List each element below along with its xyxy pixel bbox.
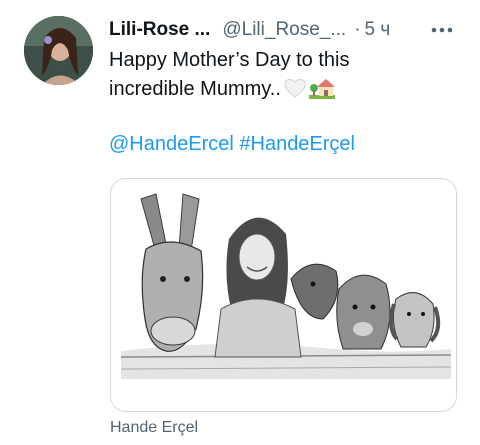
drawing-image: [111, 179, 456, 411]
tweet-header: Lili-Rose ... @Lili_Rose_... · 5 ч: [109, 16, 460, 44]
author-avatar[interactable]: [24, 16, 93, 85]
separator-dot: ·: [354, 19, 361, 40]
avatar-image: [24, 16, 93, 85]
author-name[interactable]: Lili-Rose ...: [109, 19, 210, 41]
hashtag-link[interactable]: #HandeErçel: [239, 133, 355, 155]
tweet-time[interactable]: 5 ч: [365, 19, 391, 41]
author-handle[interactable]: @Lili_Rose_...: [222, 19, 346, 41]
mention-link[interactable]: @HandeErcel: [109, 133, 234, 155]
more-options-icon[interactable]: [430, 22, 454, 38]
tagged-user-label[interactable]: Hande Erçel: [110, 419, 198, 437]
house-with-garden-icon: [308, 75, 335, 108]
tweet-hashtags: @HandeErcel #HandeErçel: [109, 133, 355, 156]
tweet-media[interactable]: [110, 178, 457, 412]
white-heart-icon: [283, 77, 307, 108]
tweet-text-block: Happy Mother’s Day to this incredible Mu…: [109, 46, 439, 108]
